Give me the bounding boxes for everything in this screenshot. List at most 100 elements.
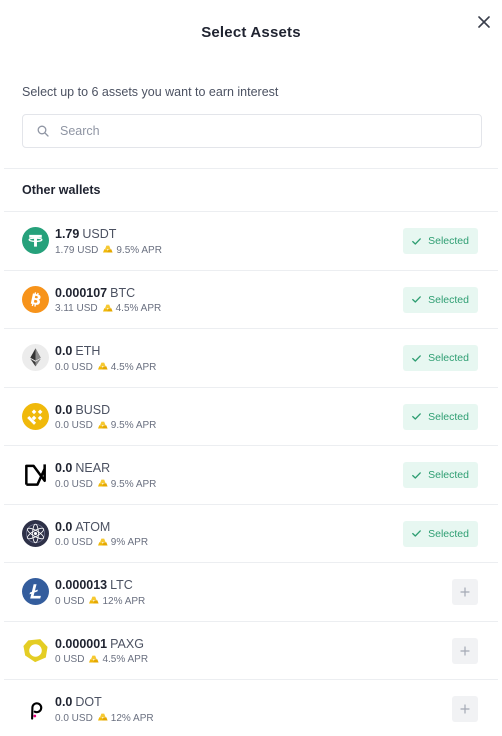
ethereum-icon — [22, 344, 49, 371]
asset-apr: 4.5% APR — [102, 654, 149, 665]
asset-symbol: BUSD — [75, 402, 111, 417]
coin-icon-wrap — [22, 344, 49, 371]
coin-icon-wrap: B — [22, 285, 49, 313]
asset-symbol: PAXG — [110, 636, 144, 651]
asset-amount: 0.0 — [55, 402, 73, 417]
selected-label: Selected — [428, 527, 469, 540]
asset-info: 1.79 USDT 1.79 USD 9.5% APR — [55, 227, 162, 257]
asset-symbol: ETH — [75, 344, 101, 358]
asset-row-eth[interactable]: 0.0 ETH 0.0 USD 4.5% APR Selected — [4, 328, 498, 387]
asset-row-busd[interactable]: 0.0 BUSD 0.0 USD 9.5% APR Selected — [4, 386, 498, 446]
tether-icon — [22, 227, 49, 254]
asset-symbol: ATOM — [75, 519, 111, 534]
asset-row-dot[interactable]: 0.0 DOT 0.0 USD 12% APR — [4, 679, 498, 736]
coin-icon-wrap — [22, 461, 49, 488]
gold-bars-icon — [97, 478, 108, 491]
asset-info: 0.0 NEAR 0.0 USD 9.5% APR — [55, 461, 156, 491]
asset-apr: 9.5% APR — [116, 244, 162, 256]
asset-info: 0.000107 BTC 3.11 USD 4.5% APR — [55, 286, 161, 316]
asset-symbol: USDT — [82, 227, 117, 241]
asset-info: 0.0 BUSD 0.0 USD 9.5% APR — [55, 403, 156, 433]
selected-label: Selected — [428, 293, 469, 306]
selected-toggle-button[interactable]: Selected — [403, 520, 478, 547]
asset-apr: 12% APR — [110, 712, 154, 724]
asset-amount: 0.000013 — [55, 578, 108, 592]
dialog-subtitle: Select up to 6 assets you want to earn i… — [22, 85, 279, 99]
asset-row-atom[interactable]: 0.0 ATOM 0.0 USD 9% APR Selected — [4, 503, 498, 563]
asset-info: 0.0 ETH 0.0 USD 4.5% APR — [55, 344, 156, 374]
asset-amount: 0.000001 — [55, 636, 108, 651]
plus-icon — [460, 704, 470, 714]
plus-icon — [460, 645, 470, 656]
coin-icon-wrap — [22, 402, 49, 430]
selected-toggle-button[interactable]: Selected — [403, 228, 478, 254]
coin-icon-wrap — [22, 695, 49, 722]
selected-label: Selected — [428, 235, 469, 247]
asset-amount: 1.79 — [55, 227, 80, 241]
gold-bars-icon — [97, 537, 108, 550]
plus-icon — [460, 587, 470, 597]
asset-apr: 4.5% APR — [115, 303, 162, 314]
selected-label: Selected — [428, 469, 469, 481]
polkadot-icon — [22, 695, 49, 722]
checkmark-icon — [412, 530, 421, 537]
search-box[interactable] — [22, 114, 482, 148]
selected-label: Selected — [428, 352, 469, 364]
asset-info: 0.0 ATOM 0.0 USD 9% APR — [55, 520, 148, 550]
checkmark-icon — [412, 354, 421, 362]
asset-usd-value: 0 USD — [55, 595, 85, 607]
asset-row-usdt[interactable]: 1.79 USDT 1.79 USD 9.5% APR Selected — [4, 211, 498, 270]
asset-apr: 9% APR — [110, 537, 149, 548]
asset-apr: 9.5% APR — [110, 420, 157, 431]
divider — [4, 168, 498, 169]
add-asset-button[interactable] — [452, 637, 478, 664]
asset-amount: 0.0 — [55, 461, 73, 475]
add-asset-button[interactable] — [452, 579, 478, 605]
asset-symbol: BTC — [110, 285, 136, 300]
add-asset-button[interactable] — [452, 696, 478, 722]
dialog-title: Select Assets — [201, 24, 301, 41]
coin-icon-wrap — [22, 227, 49, 254]
asset-row-near[interactable]: 0.0 NEAR 0.0 USD 9.5% APR Selected — [4, 445, 498, 504]
selected-toggle-button[interactable]: Selected — [403, 462, 478, 488]
asset-usd-value: 0.0 USD — [55, 712, 93, 724]
asset-apr: 4.5% APR — [110, 361, 157, 373]
asset-symbol: LTC — [110, 578, 133, 592]
checkmark-icon — [412, 296, 421, 303]
paxg-icon — [23, 638, 48, 662]
asset-usd-value: 0.0 USD — [55, 361, 93, 373]
coin-icon-wrap — [22, 637, 49, 664]
coin-icon-wrap — [22, 519, 49, 547]
asset-usd-value: 0.0 USD — [55, 537, 93, 548]
asset-row-ltc[interactable]: 0.000013 LTC 0 USD 12% APR — [4, 562, 498, 621]
gold-bars-icon — [97, 712, 108, 725]
asset-symbol: DOT — [75, 695, 102, 709]
asset-amount: 0.000107 — [55, 285, 108, 300]
gold-bars-icon — [102, 303, 113, 316]
selected-toggle-button[interactable]: Selected — [403, 286, 478, 313]
gold-bars-icon — [97, 361, 108, 374]
asset-amount: 0.0 — [55, 695, 73, 709]
asset-row-paxg[interactable]: 0.000001 PAXG 0 USD 4.5% APR — [4, 620, 498, 680]
selected-toggle-button[interactable]: Selected — [403, 345, 478, 371]
search-input[interactable] — [60, 124, 440, 138]
search-icon — [37, 125, 49, 137]
checkmark-icon — [412, 471, 421, 479]
asset-info: 0.0 DOT 0.0 USD 12% APR — [55, 695, 154, 725]
gold-bars-icon — [88, 654, 100, 667]
selected-label: Selected — [428, 410, 469, 423]
asset-info: 0.000001 PAXG 0 USD 4.5% APR — [55, 637, 148, 667]
cosmos-icon — [22, 519, 49, 547]
asset-info: 0.000013 LTC 0 USD 12% APR — [55, 578, 145, 608]
gold-bars-icon — [88, 595, 100, 608]
checkmark-icon — [412, 237, 421, 245]
coin-icon-wrap — [22, 578, 49, 605]
asset-list: 1.79 USDT 1.79 USD 9.5% APR Selected B 0.… — [4, 211, 498, 736]
checkmark-icon — [412, 413, 421, 420]
selected-toggle-button[interactable]: Selected — [403, 403, 478, 430]
asset-row-btc[interactable]: B 0.000107 BTC 3.11 USD 4.5% APR Selected — [4, 269, 498, 329]
asset-usd-value: 1.79 USD — [55, 244, 99, 256]
litecoin-icon — [22, 578, 49, 605]
near-icon — [22, 461, 49, 488]
gold-bars-icon — [97, 420, 108, 433]
